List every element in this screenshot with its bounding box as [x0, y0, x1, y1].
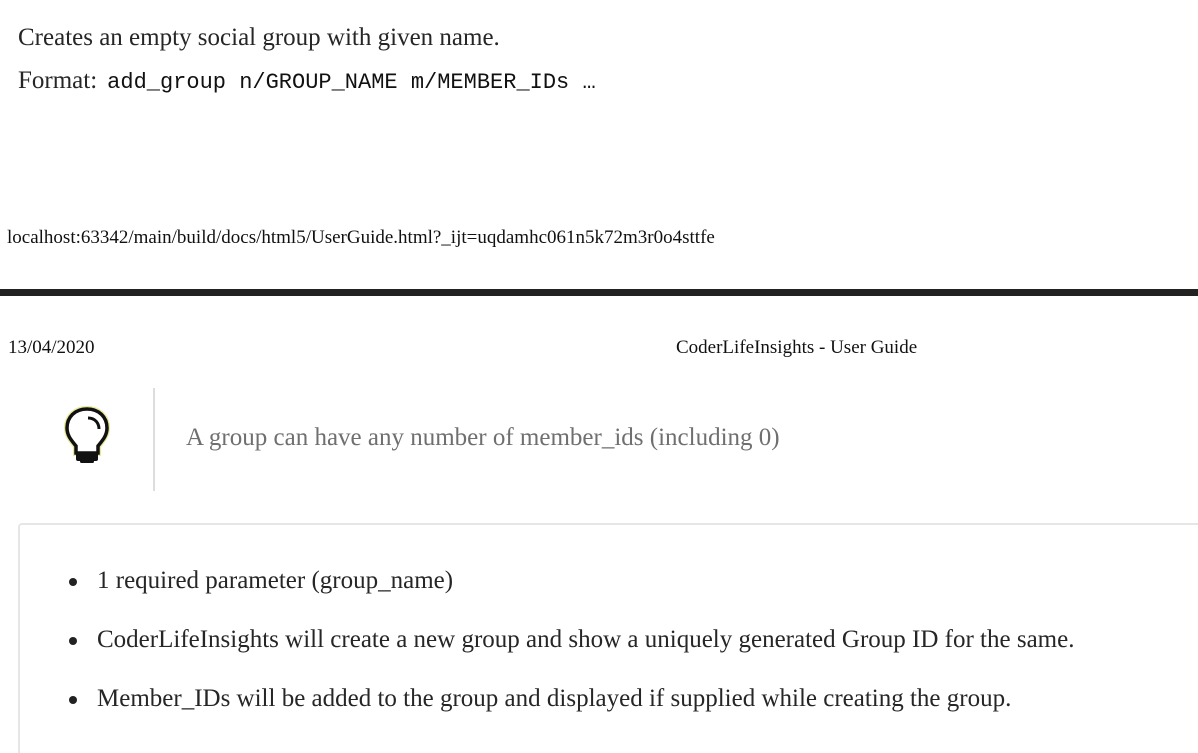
notes-list: 1 required parameter (group_name) CoderL… [20, 565, 1074, 742]
tip-text: A group can have any number of member_id… [186, 424, 780, 451]
tip-admonition: A group can have any number of member_id… [0, 388, 1198, 491]
list-item: Member_IDs will be added to the group an… [20, 683, 1074, 742]
list-item: 1 required parameter (group_name) [20, 565, 1074, 624]
print-footer-url: localhost:63342/main/build/docs/html5/Us… [7, 227, 715, 248]
lightbulb-icon [63, 405, 111, 464]
bullet-icon [69, 578, 77, 586]
command-format: Format: add_group n/GROUP_NAME m/MEMBER_I… [18, 64, 596, 100]
notes-box: 1 required parameter (group_name) CoderL… [18, 523, 1198, 753]
list-item-text: 1 required parameter (group_name) [97, 567, 454, 594]
command-description: Creates an empty social group with given… [18, 24, 500, 51]
format-label: Format: [18, 67, 98, 94]
list-item: CoderLifeInsights will create a new grou… [20, 624, 1074, 683]
document-page: Creates an empty social group with given… [0, 0, 1198, 753]
print-header-title: CoderLifeInsights - User Guide [676, 337, 918, 358]
format-code: add_group n/GROUP_NAME m/MEMBER_IDs … [107, 70, 596, 95]
print-header-date: 13/04/2020 [8, 337, 95, 358]
tip-divider [153, 388, 155, 491]
page-break-divider [0, 289, 1198, 296]
list-item-text: Member_IDs will be added to the group an… [97, 685, 1012, 712]
list-item-text: CoderLifeInsights will create a new grou… [97, 626, 1075, 653]
bullet-icon [69, 637, 77, 645]
bullet-icon [69, 696, 77, 704]
